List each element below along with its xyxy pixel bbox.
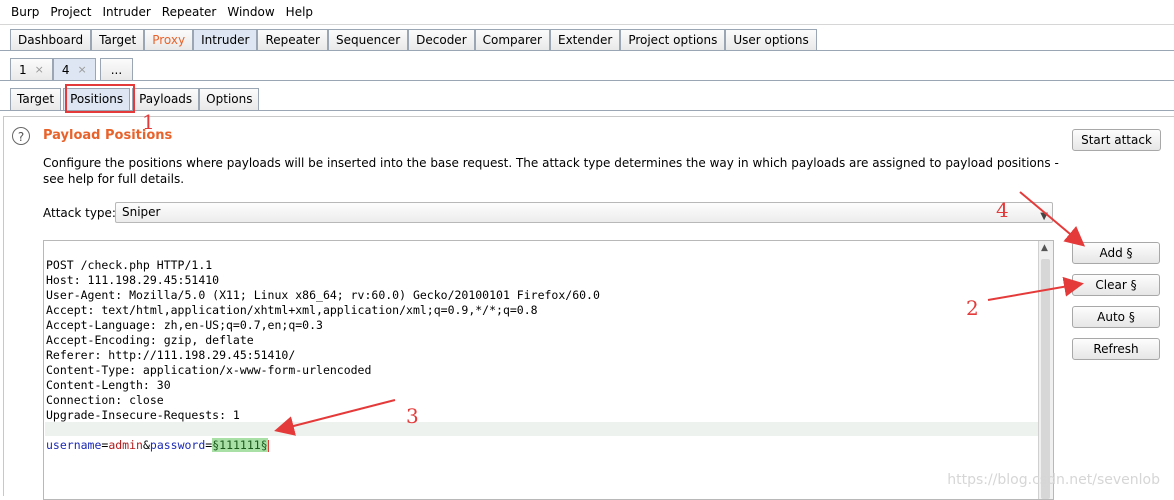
annotation-2: 2 (966, 296, 979, 320)
subtab-target[interactable]: Target (10, 88, 62, 110)
request-line: Upgrade-Insecure-Requests: 1 (46, 408, 240, 422)
help-icon[interactable]: ? (12, 127, 30, 145)
start-attack-button[interactable]: Start attack (1072, 129, 1161, 151)
subtab-options[interactable]: Options (199, 88, 260, 110)
session-tab-4-label: 4 (61, 62, 70, 77)
attack-type-value: Sniper (122, 205, 161, 219)
tab-proxy[interactable]: Proxy (144, 29, 194, 50)
menu-repeater[interactable]: Repeater (155, 5, 221, 19)
menu-project[interactable]: Project (43, 5, 95, 19)
menu-burp[interactable]: Burp (4, 5, 43, 19)
request-line: User-Agent: Mozilla/5.0 (X11; Linux x86_… (46, 288, 600, 302)
request-line: Connection: close (46, 393, 164, 407)
tab-extender[interactable]: Extender (550, 29, 621, 50)
param-value-username: admin (108, 438, 143, 452)
chevron-down-icon: ▼ (1040, 211, 1048, 222)
close-icon[interactable]: × (35, 60, 44, 80)
sub-tab-bar: Target Positions Payloads Options (0, 86, 1174, 111)
tab-comparer[interactable]: Comparer (474, 29, 550, 50)
request-line: POST /check.php HTTP/1.1 (46, 258, 213, 272)
request-line: Host: 111.198.29.45:51410 (46, 273, 220, 287)
tab-sequencer[interactable]: Sequencer (328, 29, 409, 50)
menu-bar: Burp Project Intruder Repeater Window He… (0, 0, 1174, 25)
session-tab-bar: 1 × 4 × ... (0, 56, 1174, 81)
menu-help[interactable]: Help (279, 5, 317, 19)
main-tab-bar: Dashboard Target Proxy Intruder Repeater… (0, 26, 1174, 51)
session-tab-4[interactable]: 4 × (52, 58, 96, 80)
request-editor[interactable]: POST /check.php HTTP/1.1 Host: 111.198.2… (43, 240, 1054, 500)
scroll-up-icon[interactable]: ▲ (1041, 243, 1048, 253)
new-session-tab[interactable]: ... (99, 58, 134, 80)
request-line: Referer: http://111.198.29.45:51410/ (46, 348, 296, 362)
add-marker-button[interactable]: Add § (1072, 242, 1160, 264)
text-cursor (267, 439, 269, 452)
auto-marker-button[interactable]: Auto § (1072, 306, 1160, 328)
menu-intruder[interactable]: Intruder (95, 5, 154, 19)
request-line: Accept: text/html,application/xhtml+xml,… (46, 303, 538, 317)
close-icon[interactable]: × (78, 60, 87, 80)
watermark: https://blog.csdn.net/sevenlob (947, 472, 1160, 488)
section-description: Configure the positions where payloads w… (43, 156, 1059, 186)
tab-dashboard[interactable]: Dashboard (10, 29, 92, 50)
tab-target[interactable]: Target (91, 29, 145, 50)
request-text: POST /check.php HTTP/1.1 Host: 111.198.2… (46, 243, 600, 453)
session-tab-1-label: 1 (19, 62, 27, 77)
annotation-3: 3 (406, 404, 419, 428)
request-line: Accept-Language: zh,en-US;q=0.7,en;q=0.3 (46, 318, 323, 332)
tab-repeater[interactable]: Repeater (257, 29, 328, 50)
param-name-username: username (46, 438, 102, 452)
payload-marker: §111111§ (212, 438, 268, 452)
annotation-highlight-box (65, 84, 135, 113)
annotation-4: 4 (996, 198, 1009, 222)
attack-type-select[interactable]: Sniper ▼ (115, 202, 1053, 223)
scrollbar-thumb[interactable] (1041, 259, 1050, 499)
tab-decoder[interactable]: Decoder (408, 29, 475, 50)
tab-intruder[interactable]: Intruder (193, 29, 258, 50)
clear-marker-button[interactable]: Clear § (1072, 274, 1160, 296)
annotation-1: 1 (142, 110, 155, 134)
request-line: Content-Length: 30 (46, 378, 171, 392)
session-tab-1[interactable]: 1 × (10, 58, 53, 80)
attack-type-label: Attack type: (43, 206, 116, 220)
ampersand: & (142, 438, 150, 452)
param-name-password: password (149, 438, 206, 452)
refresh-button[interactable]: Refresh (1072, 338, 1160, 360)
request-line: Accept-Encoding: gzip, deflate (46, 333, 254, 347)
menu-window[interactable]: Window (220, 5, 278, 19)
tab-user-options[interactable]: User options (725, 29, 817, 50)
vertical-scrollbar[interactable]: ▲ (1038, 241, 1053, 499)
tab-project-options[interactable]: Project options (620, 29, 726, 50)
request-line: Content-Type: application/x-www-form-url… (46, 363, 372, 377)
subtab-payloads[interactable]: Payloads (132, 88, 200, 110)
